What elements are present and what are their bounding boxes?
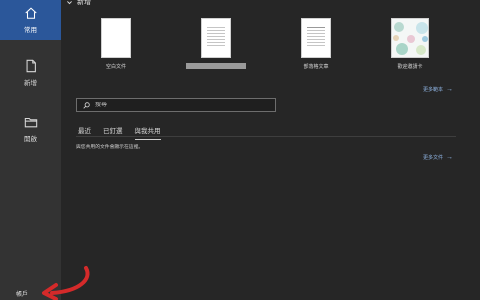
template-label: 部落格文章 xyxy=(303,64,329,70)
chevron-down-icon xyxy=(67,0,72,4)
search-input[interactable] xyxy=(95,102,255,108)
search-icon xyxy=(83,101,90,109)
template-invitation[interactable]: 歡迎邀請卡 xyxy=(380,18,440,70)
rail-item-open-label: 開啟 xyxy=(24,136,37,143)
new-document-icon xyxy=(26,59,36,73)
rail-item-new[interactable]: 新增 xyxy=(0,56,61,90)
left-rail: 常用 新增 開啟 帳戶 xyxy=(0,0,61,300)
more-documents-link[interactable]: 更多文件 → xyxy=(423,154,453,161)
arrow-right-icon: → xyxy=(446,154,454,161)
rail-item-account[interactable]: 帳戶 xyxy=(16,289,28,298)
more-templates-link[interactable]: 更多範本 → xyxy=(423,86,453,93)
redacted-label xyxy=(186,63,246,69)
template-2[interactable] xyxy=(186,18,246,69)
annotation-arrow xyxy=(42,266,90,300)
more-templates-label: 更多範本 xyxy=(423,87,444,93)
more-documents-label: 更多文件 xyxy=(423,155,444,161)
template-thumbnail xyxy=(391,18,429,58)
section-header-new[interactable]: 新增 xyxy=(66,0,91,7)
rail-item-new-label: 新增 xyxy=(24,80,37,87)
search-box[interactable] xyxy=(76,98,276,112)
rail-item-home[interactable]: 常用 xyxy=(0,0,61,40)
template-label: 空白文件 xyxy=(105,64,126,70)
empty-state-message: 與您共用的文件會顯示在這裡。 xyxy=(76,145,144,150)
template-blog-post[interactable]: 部落格文章 xyxy=(286,18,346,70)
template-thumbnail xyxy=(101,18,131,58)
folder-icon xyxy=(24,117,37,128)
floral-card-graphic xyxy=(392,19,428,57)
template-thumbnail xyxy=(201,18,231,58)
rail-item-home-label: 常用 xyxy=(24,27,37,34)
template-blank[interactable]: 空白文件 xyxy=(86,18,146,70)
rail-item-open[interactable]: 開啟 xyxy=(0,112,61,146)
template-thumbnail xyxy=(301,18,331,58)
home-icon xyxy=(24,7,37,19)
tab-divider xyxy=(76,136,456,137)
arrow-right-icon: → xyxy=(446,86,454,93)
section-title: 新增 xyxy=(77,0,91,6)
template-label: 歡迎邀請卡 xyxy=(397,64,423,70)
